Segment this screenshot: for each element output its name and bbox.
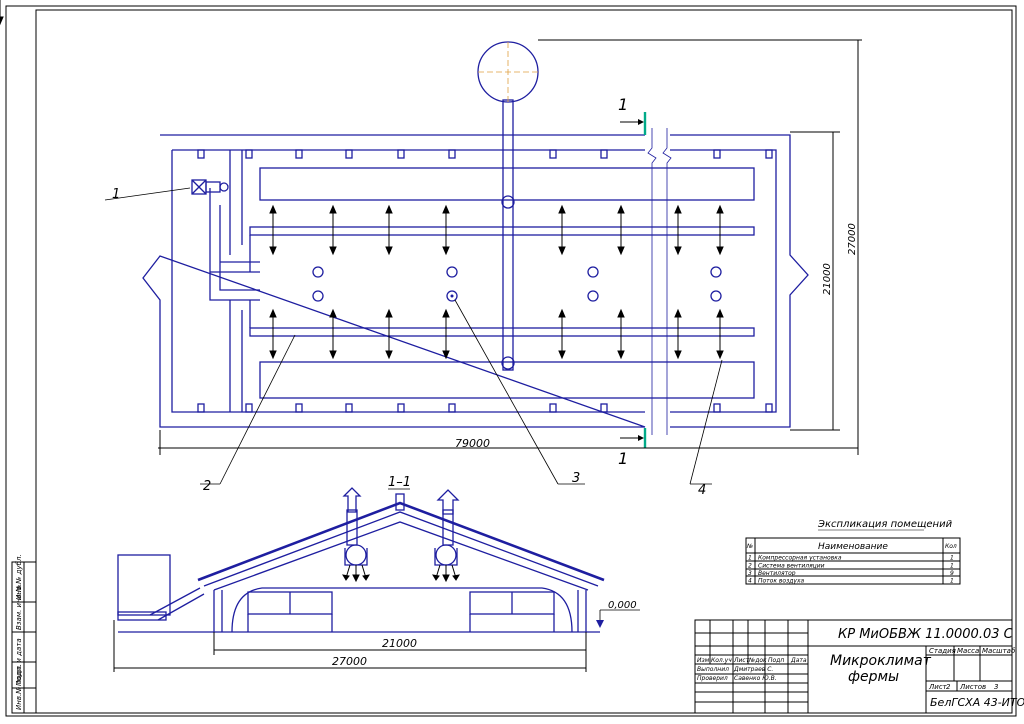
level-mark: 0,000 (596, 600, 640, 628)
break-line-left (647, 128, 657, 435)
compressor-room (117, 554, 171, 616)
callout-4: 4 (698, 483, 706, 498)
drawing-sheet: Инв.№ подл. Подп. и дата Взам. инв.№ Инв… (0, 0, 1024, 717)
side-stamp: Инв.№ подл. Подп. и дата Взам. инв.№ Инв… (11, 554, 37, 714)
dim-height-outer: 27000 (847, 223, 858, 255)
exp-row-name: Компрессорная установка (758, 555, 842, 562)
stage-label: Стадия (929, 647, 956, 655)
sheet-no: 2 (946, 683, 951, 691)
section-mark-top: 1 (618, 95, 628, 114)
doc-title-1: Микроклимат (830, 653, 932, 669)
dim-overall-length: 79000 (455, 437, 490, 450)
exp-row-name: Поток воздуха (758, 578, 805, 585)
exp-row-qty: 1 (950, 578, 954, 585)
callout-2: 2 (203, 479, 211, 494)
col-izm: Изм (697, 657, 710, 664)
exp-row-num: 1 (748, 555, 752, 562)
doc-title-2: фермы (848, 669, 899, 685)
sheets-label: Листов (959, 683, 986, 691)
exp-row-qty: 1 (950, 555, 954, 562)
section-label: 1–1 (388, 475, 411, 490)
stamp-inv-dubl: Инв.№ дубл. (15, 554, 23, 600)
sheet-outer-border (5, 5, 1017, 717)
callout-1: 1 (112, 187, 120, 202)
dim-span-outer: 27000 (332, 655, 367, 668)
role-1: Выполнил (697, 666, 729, 673)
callout-3: 3 (572, 471, 580, 486)
ceiling (213, 521, 589, 591)
break-line-right (662, 128, 672, 435)
exp-h-qty: Кол (945, 543, 957, 550)
sheets-no: 3 (994, 683, 998, 691)
roof-inner (203, 511, 599, 587)
roof (197, 501, 605, 582)
explication-title: Экспликация помещений (817, 519, 953, 530)
outer-wall (142, 134, 809, 428)
stamp-podp-data: Подп. и дата (15, 638, 23, 686)
col-ndok: №док (748, 657, 767, 664)
frame-columns (213, 590, 587, 632)
exp-row-name: Вентилятор (758, 570, 796, 577)
sheet-label: Лист (928, 683, 948, 691)
dim-height-inner: 21000 (822, 263, 833, 295)
section-view: 1–1 0,000 21000 27000 (113, 475, 640, 672)
inner-wall (171, 149, 777, 413)
exp-row-qty: 1 (950, 563, 954, 570)
exp-row-name: Система вентиляции (758, 563, 825, 570)
exp-h-num: № (746, 543, 753, 550)
col-list: Лист (733, 657, 750, 664)
exp-row-qty: 9 (950, 570, 954, 577)
col-data: Дата (790, 657, 807, 664)
role-2: Проверил (697, 675, 728, 682)
down-arrows (342, 564, 460, 583)
title-block: КР МиОБВЖ 11.0000.03 С Микроклимат фермы… (694, 619, 1024, 714)
col-kol: Кол.уч (711, 657, 732, 664)
plan-fans (312, 266, 722, 302)
arch-frame (231, 587, 573, 633)
level-value: 0,000 (608, 600, 637, 611)
mass-label: Масса (957, 647, 979, 655)
dim-span-inner: 21000 (382, 637, 417, 650)
pen-top (259, 167, 755, 201)
doc-code: КР МиОБВЖ 11.0000.03 С (838, 627, 1014, 642)
scale-label: Масштаб (982, 647, 1016, 655)
explication-table: Экспликация помещений № Наименование Кол… (745, 519, 961, 585)
exp-row-num: 4 (748, 578, 752, 585)
person-1: Дмитраев С. (733, 666, 773, 673)
compressor-unit (191, 179, 229, 195)
person-2: Савенко Ю.В. (734, 675, 777, 682)
exp-row-num: 3 (748, 570, 752, 577)
exp-row-num: 2 (748, 563, 752, 570)
organization: БелГСХА 43-ИТО (930, 696, 1024, 709)
duct-risers (209, 188, 260, 301)
airflow-arrows (0, 0, 724, 359)
floor-plan: 1 1 79000 21000 27000 1 2 3 4 (0, 0, 862, 498)
col-podp: Подп (768, 657, 784, 664)
exp-h-name: Наименование (818, 542, 888, 552)
section-mark-bottom: 1 (618, 449, 628, 468)
